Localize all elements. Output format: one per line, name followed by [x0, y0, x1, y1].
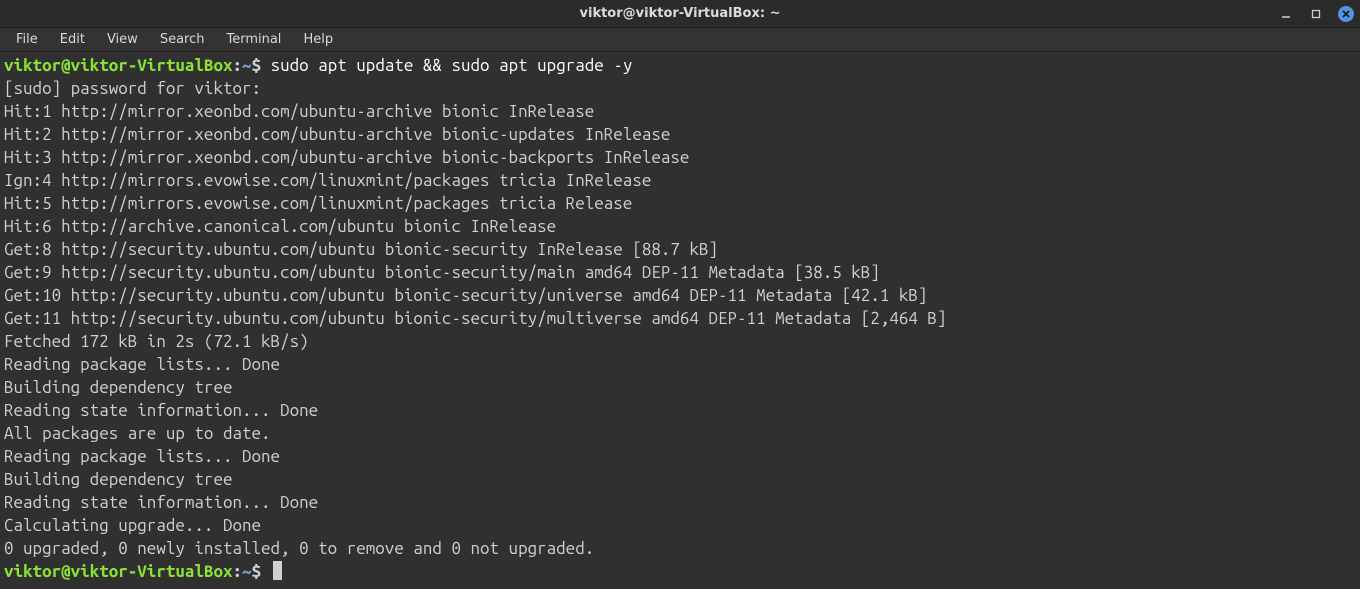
minimize-icon [1281, 9, 1291, 19]
output-text: Hit:2 http://mirror.xeonbd.com/ubuntu-ar… [4, 125, 670, 144]
terminal-line: Reading state information... Done [4, 491, 1356, 514]
output-text: Ign:4 http://mirrors.evowise.com/linuxmi… [4, 171, 651, 190]
terminal-line: Reading package lists... Done [4, 353, 1356, 376]
terminal-line: All packages are up to date. [4, 422, 1356, 445]
prompt-separator: : [232, 562, 242, 581]
menu-edit[interactable]: Edit [50, 30, 95, 49]
output-text: Get:8 http://security.ubuntu.com/ubuntu … [4, 240, 718, 259]
terminal-line: Hit:3 http://mirror.xeonbd.com/ubuntu-ar… [4, 146, 1356, 169]
prompt-separator: : [232, 56, 242, 75]
output-text: Hit:5 http://mirrors.evowise.com/linuxmi… [4, 194, 632, 213]
menubar: File Edit View Search Terminal Help [0, 28, 1360, 52]
prompt-dollar: $ [252, 56, 271, 75]
menu-search[interactable]: Search [150, 30, 215, 49]
terminal-line: Get:10 http://security.ubuntu.com/ubuntu… [4, 284, 1356, 307]
prompt-user-host: viktor@viktor-VirtualBox [4, 56, 232, 75]
output-text: Hit:6 http://archive.canonical.com/ubunt… [4, 217, 556, 236]
command-text: sudo apt update && sudo apt upgrade -y [271, 56, 633, 75]
terminal-line: Get:11 http://security.ubuntu.com/ubuntu… [4, 307, 1356, 330]
window-title: viktor@viktor-VirtualBox: ~ [0, 6, 1360, 21]
terminal-line: Hit:6 http://archive.canonical.com/ubunt… [4, 215, 1356, 238]
titlebar: viktor@viktor-VirtualBox: ~ [0, 0, 1360, 28]
terminal-window: viktor@viktor-VirtualBox: ~ File Edit Vi… [0, 0, 1360, 589]
terminal-line: Get:8 http://security.ubuntu.com/ubuntu … [4, 238, 1356, 261]
terminal-line: Hit:5 http://mirrors.evowise.com/linuxmi… [4, 192, 1356, 215]
output-text: Get:9 http://security.ubuntu.com/ubuntu … [4, 263, 880, 282]
output-text: Reading state information... Done [4, 493, 318, 512]
output-text: 0 upgraded, 0 newly installed, 0 to remo… [4, 539, 594, 558]
terminal-line: Hit:2 http://mirror.xeonbd.com/ubuntu-ar… [4, 123, 1356, 146]
terminal-line: Building dependency tree [4, 376, 1356, 399]
terminal-line: Hit:1 http://mirror.xeonbd.com/ubuntu-ar… [4, 100, 1356, 123]
terminal-line: Ign:4 http://mirrors.evowise.com/linuxmi… [4, 169, 1356, 192]
terminal-line: Reading state information... Done [4, 399, 1356, 422]
prompt-path: ~ [242, 56, 252, 75]
output-text: Get:11 http://security.ubuntu.com/ubuntu… [4, 309, 946, 328]
output-text: Reading package lists... Done [4, 447, 280, 466]
output-text: Get:10 http://security.ubuntu.com/ubuntu… [4, 286, 927, 305]
output-text: All packages are up to date. [4, 424, 271, 443]
prompt-path: ~ [242, 562, 252, 581]
terminal-line: Reading package lists... Done [4, 445, 1356, 468]
prompt-user-host: viktor@viktor-VirtualBox [4, 562, 232, 581]
terminal-line: viktor@viktor-VirtualBox:~$ [4, 560, 1356, 583]
output-text: [sudo] password for viktor: [4, 79, 271, 98]
maximize-button[interactable] [1308, 6, 1324, 22]
prompt-dollar: $ [252, 562, 271, 581]
cursor [273, 561, 282, 580]
output-text: Calculating upgrade... Done [4, 516, 261, 535]
terminal-line: [sudo] password for viktor: [4, 77, 1356, 100]
window-controls [1278, 6, 1354, 22]
output-text: Hit:3 http://mirror.xeonbd.com/ubuntu-ar… [4, 148, 689, 167]
close-icon [1338, 6, 1354, 22]
close-button[interactable] [1338, 6, 1354, 22]
minimize-button[interactable] [1278, 6, 1294, 22]
output-text: Fetched 172 kB in 2s (72.1 kB/s) [4, 332, 309, 351]
terminal-line: 0 upgraded, 0 newly installed, 0 to remo… [4, 537, 1356, 560]
menu-help[interactable]: Help [293, 30, 343, 49]
maximize-icon [1311, 9, 1321, 19]
terminal-line: Get:9 http://security.ubuntu.com/ubuntu … [4, 261, 1356, 284]
output-text: Building dependency tree [4, 378, 299, 397]
terminal-body[interactable]: viktor@viktor-VirtualBox:~$ sudo apt upd… [0, 52, 1360, 589]
menu-terminal[interactable]: Terminal [216, 30, 291, 49]
output-text: Reading package lists... Done [4, 355, 280, 374]
output-text: Reading state information... Done [4, 401, 318, 420]
terminal-line: Building dependency tree [4, 468, 1356, 491]
output-text: Hit:1 http://mirror.xeonbd.com/ubuntu-ar… [4, 102, 594, 121]
terminal-line: Fetched 172 kB in 2s (72.1 kB/s) [4, 330, 1356, 353]
terminal-line: Calculating upgrade... Done [4, 514, 1356, 537]
menu-file[interactable]: File [6, 30, 48, 49]
menu-view[interactable]: View [97, 30, 148, 49]
terminal-line: viktor@viktor-VirtualBox:~$ sudo apt upd… [4, 54, 1356, 77]
output-text: Building dependency tree [4, 470, 299, 489]
